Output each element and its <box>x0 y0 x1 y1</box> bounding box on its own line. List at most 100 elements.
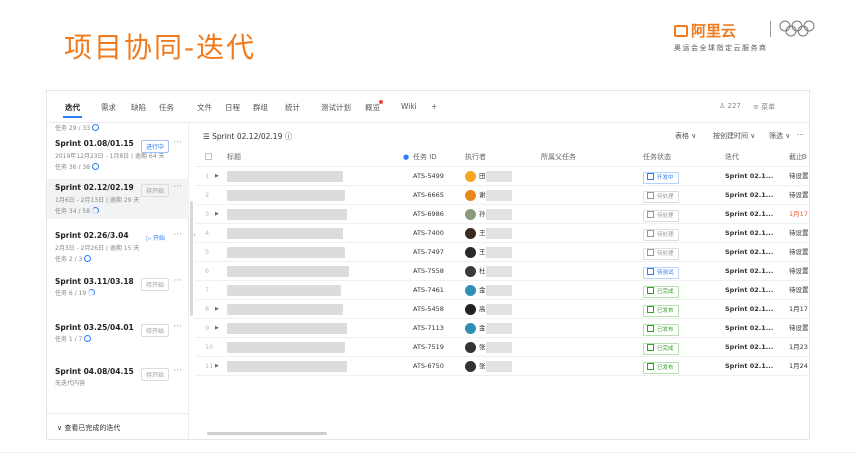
task-status[interactable]: 待处理 <box>643 205 679 224</box>
table-row[interactable]: 4 ATS-7400 王 待处理 Sprint 02.1... 待设置 <box>195 224 809 243</box>
expand-arrow-icon[interactable]: ▶ <box>215 167 219 186</box>
nav-tab[interactable]: 需求 <box>101 102 116 113</box>
task-status[interactable]: 开发中 <box>643 167 679 186</box>
sprint-item[interactable]: Sprint 03.11/03.18 待开始 ··· 任务 6 / 19 <box>47 273 189 313</box>
task-title-redacted[interactable] <box>227 224 343 243</box>
task-title-redacted[interactable] <box>227 281 341 300</box>
nav-tab[interactable]: Wiki <box>401 102 417 111</box>
sprint-item[interactable]: Sprint 01.08/01.15 进行中 ··· 2019年12月23日 - 1月… <box>47 135 189 175</box>
task-due-date[interactable]: 待设置 <box>789 262 809 281</box>
task-due-date[interactable]: 1月17日 <box>789 205 809 224</box>
nav-tab[interactable]: 测试计划 <box>321 102 351 113</box>
task-status[interactable]: 待测试 <box>643 262 679 281</box>
assignee[interactable]: 王 <box>465 243 512 262</box>
filter-button[interactable]: 筛选 ∨ <box>769 131 790 141</box>
task-title-redacted[interactable] <box>227 205 347 224</box>
assignee[interactable]: 谢 <box>465 186 512 205</box>
task-title-redacted[interactable] <box>227 319 347 338</box>
table-row[interactable]: 3 ▶ ATS-6986 孙 待处理 Sprint 02.1... 1月17日 <box>195 205 809 224</box>
column-header[interactable]: 所属父任务 <box>541 147 576 166</box>
table-row[interactable]: 6 ATS-7558 杜 待测试 Sprint 02.1... 待设置 <box>195 262 809 281</box>
column-header[interactable]: 迭代 <box>725 147 739 166</box>
sprint-item[interactable]: Sprint 02.12/02.19 待开始 ··· 1月6日 - 2月13日 | 逾… <box>47 179 189 219</box>
assignee[interactable]: 张 <box>465 338 512 357</box>
nav-tab[interactable]: 任务 <box>159 102 174 113</box>
assignee[interactable]: 张 <box>465 357 512 376</box>
task-due-date[interactable]: 待设置 <box>789 186 809 205</box>
task-due-date[interactable]: 1月24日 <box>789 357 809 376</box>
column-header[interactable]: 任务状态 <box>643 147 671 166</box>
task-due-date[interactable]: 待设置 <box>789 224 809 243</box>
menu-button[interactable]: ≡ 菜单 <box>753 102 775 112</box>
nav-tab[interactable]: + <box>431 102 437 111</box>
task-due-date[interactable]: 待设置 <box>789 167 809 186</box>
column-header[interactable]: 任务 ID <box>413 147 437 166</box>
show-completed-sprints[interactable]: ∨ 查看已完成的迭代 <box>47 413 189 439</box>
sidebar-scrollbar[interactable] <box>190 201 193 316</box>
info-icon[interactable]: ⓘ <box>282 132 293 141</box>
expand-arrow-icon[interactable]: ▶ <box>215 300 219 319</box>
more-icon[interactable]: ··· <box>173 138 182 148</box>
expand-arrow-icon[interactable]: ▶ <box>215 357 219 376</box>
task-due-date[interactable]: 待设置 <box>789 319 809 338</box>
sprint-status-badge[interactable]: ▷ 开始 <box>142 232 169 243</box>
assignee[interactable]: 孙 <box>465 205 512 224</box>
assignee[interactable]: 高 <box>465 300 512 319</box>
nav-tab[interactable]: 统计 <box>285 102 300 113</box>
table-row[interactable]: 8 ▶ ATS-5458 高 已发布 Sprint 02.1... 1月17日 <box>195 300 809 319</box>
more-icon[interactable]: ··· <box>173 366 182 376</box>
nav-tab[interactable]: 日程 <box>225 102 240 113</box>
task-due-date[interactable]: 1月23日 <box>789 338 809 357</box>
task-title-redacted[interactable] <box>227 243 345 262</box>
table-row[interactable]: 1 ▶ ATS-5499 田 开发中 Sprint 02.1... 待设置 <box>195 167 809 186</box>
nav-tab[interactable]: 迭代 <box>63 102 82 118</box>
sprint-item[interactable]: Sprint 03.25/04.01 待开始 ··· 任务 1 / 7 <box>47 319 189 359</box>
expand-arrow-icon[interactable]: ▶ <box>215 205 219 224</box>
assignee[interactable]: 王 <box>465 224 512 243</box>
task-due-date[interactable]: 待设置 <box>789 243 809 262</box>
view-select[interactable]: 表格 ∨ <box>675 131 696 141</box>
table-row[interactable]: 7 ATS-7461 金 已完成 Sprint 02.1... 待设置 <box>195 281 809 300</box>
assignee[interactable]: 金 <box>465 319 512 338</box>
nav-tab[interactable]: 群组 <box>253 102 268 113</box>
column-settings-icon[interactable]: ● <box>403 147 409 166</box>
column-header[interactable]: 标题 <box>227 147 241 166</box>
task-title-redacted[interactable] <box>227 262 349 281</box>
task-status[interactable]: 待处理 <box>643 224 679 243</box>
task-status[interactable]: 已发布 <box>643 300 679 319</box>
table-row[interactable]: 2 ATS-6665 谢 待处理 Sprint 02.1... 待设置 <box>195 186 809 205</box>
table-row[interactable]: 11▶ ATS-6750 张 已发布 Sprint 02.1... 1月24日 <box>195 357 809 376</box>
nav-tab[interactable]: 缺陷 <box>131 102 146 113</box>
more-icon[interactable]: ··· <box>173 322 182 332</box>
select-all-checkbox[interactable] <box>205 147 212 166</box>
task-due-date[interactable]: 待设置 <box>789 281 809 300</box>
task-title-redacted[interactable] <box>227 357 347 376</box>
more-icon[interactable]: ··· <box>173 230 182 240</box>
nav-tab[interactable]: 文件 <box>197 102 212 113</box>
more-icon[interactable]: ··· <box>797 131 804 139</box>
sprint-item[interactable]: Sprint 04.08/04.15 待开始 ··· 无迭代内容 <box>47 363 189 403</box>
task-title-redacted[interactable] <box>227 167 343 186</box>
table-row[interactable]: 5 ATS-7497 王 待处理 Sprint 02.1... 待设置 <box>195 243 809 262</box>
sidebar-toggle-icon[interactable]: ☰ <box>203 132 212 141</box>
sprint-item[interactable]: Sprint 02.26/3.04 ▷ 开始 ··· 2月3日 - 2月26日 | 逾… <box>47 227 189 267</box>
more-icon[interactable]: ··· <box>173 182 182 192</box>
table-settings-icon[interactable]: ⚙ <box>801 147 807 166</box>
task-status[interactable]: 待处理 <box>643 186 679 205</box>
horizontal-scrollbar[interactable] <box>207 432 327 435</box>
assignee[interactable]: 田 <box>465 167 512 186</box>
task-status[interactable]: 已完成 <box>643 338 679 357</box>
task-status[interactable]: 待处理 <box>643 243 679 262</box>
task-status[interactable]: 已发布 <box>643 319 679 338</box>
table-row[interactable]: 10 ATS-7519 张 已完成 Sprint 02.1... 1月23日 <box>195 338 809 357</box>
expand-arrow-icon[interactable]: ▶ <box>215 319 219 338</box>
assignee[interactable]: 金 <box>465 281 512 300</box>
task-title-redacted[interactable] <box>227 300 343 319</box>
task-status[interactable]: 已发布 <box>643 357 679 376</box>
sort-select[interactable]: 按创建时间 ∨ <box>713 131 755 141</box>
more-icon[interactable]: ··· <box>173 276 182 286</box>
assignee[interactable]: 杜 <box>465 262 512 281</box>
table-row[interactable]: 9 ▶ ATS-7113 金 已发布 Sprint 02.1... 待设置 <box>195 319 809 338</box>
task-due-date[interactable]: 1月17日 <box>789 300 809 319</box>
task-title-redacted[interactable] <box>227 186 345 205</box>
